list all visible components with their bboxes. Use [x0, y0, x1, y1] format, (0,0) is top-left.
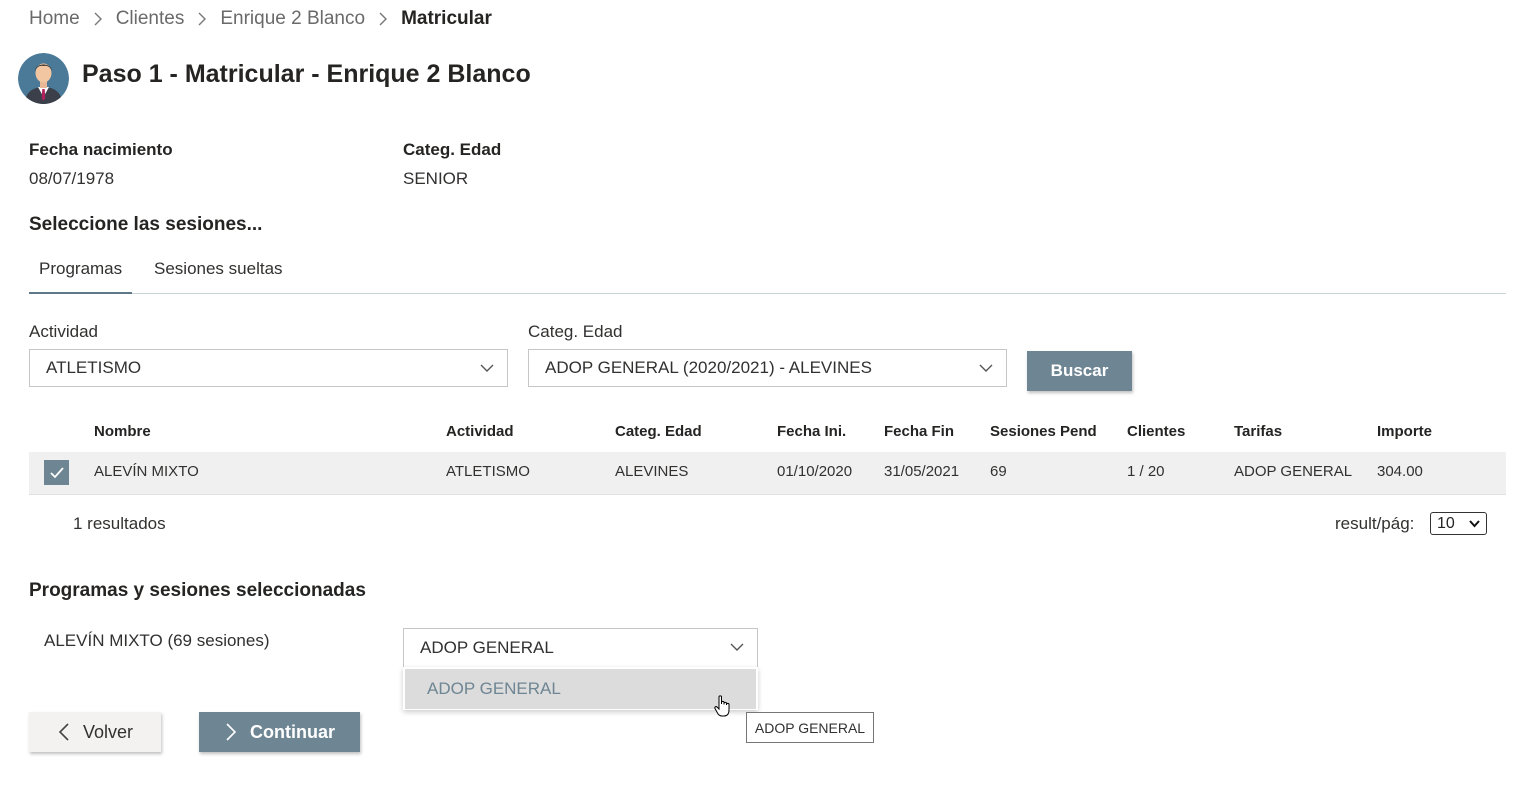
chevron-down-icon	[1468, 517, 1481, 535]
column-header-importe[interactable]: Importe	[1377, 423, 1432, 440]
cell-clientes: 1 / 20	[1127, 463, 1165, 480]
rate-option[interactable]: ADOP GENERAL	[405, 669, 756, 709]
age-category-label: Categ. Edad	[403, 140, 502, 159]
chevron-right-icon	[378, 11, 388, 27]
rate-dropdown-list: ADOP GENERAL	[403, 667, 758, 710]
cell-fecha-fin: 31/05/2021	[884, 463, 960, 480]
chevron-right-icon	[226, 723, 237, 741]
continue-button-label: Continuar	[250, 721, 335, 742]
page-title: Paso 1 - Matricular - Enrique 2 Blanco	[82, 60, 531, 88]
tab-sesiones-sueltas[interactable]: Sesiones sueltas	[144, 258, 293, 292]
birth-date-label: Fecha nacimiento	[29, 140, 173, 159]
category-select[interactable]: ADOP GENERAL (2020/2021) - ALEVINES	[528, 349, 1007, 387]
back-button[interactable]: Volver	[29, 712, 161, 752]
breadcrumb-client[interactable]: Enrique 2 Blanco	[220, 8, 365, 30]
column-header-nombre[interactable]: Nombre	[94, 423, 151, 440]
column-header-clientes[interactable]: Clientes	[1127, 423, 1185, 440]
per-page-select[interactable]: 10	[1430, 512, 1487, 535]
per-page-value: 10	[1437, 514, 1455, 532]
search-button[interactable]: Buscar	[1027, 351, 1132, 391]
tab-programas[interactable]: Programas	[29, 258, 133, 294]
cell-sesiones-pend: 69	[990, 463, 1007, 480]
column-header-categ-edad[interactable]: Categ. Edad	[615, 423, 702, 440]
column-header-fecha-fin[interactable]: Fecha Fin	[884, 423, 954, 440]
chevron-right-icon	[93, 11, 103, 27]
per-page-label: result/pág:	[1335, 514, 1415, 533]
activity-label: Actividad	[29, 322, 98, 341]
chevron-left-icon	[58, 723, 69, 741]
back-button-label: Volver	[82, 721, 134, 742]
selected-heading: Programas y sesiones seleccionadas	[29, 580, 366, 601]
hand-cursor-icon	[713, 694, 733, 723]
rate-select[interactable]: ADOP GENERAL	[403, 628, 758, 668]
sessions-heading: Seleccione las sesiones...	[29, 214, 263, 235]
chevron-right-icon	[197, 11, 207, 27]
tooltip: ADOP GENERAL	[746, 712, 874, 743]
rate-select-value: ADOP GENERAL	[420, 638, 554, 657]
selected-program-label: ALEVÍN MIXTO (69 sesiones)	[44, 631, 270, 650]
cell-fecha-ini: 01/10/2020	[777, 463, 853, 480]
cell-categ-edad: ALEVINES	[615, 463, 689, 480]
column-header-actividad[interactable]: Actividad	[446, 423, 514, 440]
tabs: Programas Sesiones sueltas	[29, 258, 1506, 294]
breadcrumb-current: Matricular	[401, 8, 492, 29]
category-label: Categ. Edad	[528, 322, 623, 341]
cell-tarifas: ADOP GENERAL	[1234, 463, 1353, 480]
activity-select[interactable]: ATLETISMO	[29, 349, 508, 387]
chevron-down-icon	[729, 639, 745, 660]
continue-button[interactable]: Continuar	[199, 712, 360, 752]
results-count: 1 resultados	[73, 514, 166, 533]
column-header-tarifas[interactable]: Tarifas	[1234, 423, 1282, 440]
birth-date-value: 08/07/1978	[29, 169, 115, 188]
activity-select-value: ATLETISMO	[46, 358, 142, 377]
cell-actividad: ATLETISMO	[446, 463, 530, 480]
cell-nombre: ALEVÍN MIXTO	[94, 463, 199, 480]
age-category-value: SENIOR	[403, 169, 469, 188]
chevron-down-icon	[978, 360, 994, 381]
breadcrumb-clientes[interactable]: Clientes	[116, 8, 185, 30]
row-checkbox[interactable]	[44, 460, 69, 485]
column-header-fecha-ini[interactable]: Fecha Ini.	[777, 423, 846, 440]
chevron-down-icon	[479, 360, 495, 381]
cell-importe: 304.00	[1377, 463, 1423, 480]
breadcrumb: Home Clientes Enrique 2 Blanco Matricula…	[29, 8, 492, 30]
breadcrumb-home[interactable]: Home	[29, 8, 80, 30]
column-header-sesiones-pend[interactable]: Sesiones Pend	[990, 423, 1097, 440]
avatar	[18, 53, 69, 104]
category-select-value: ADOP GENERAL (2020/2021) - ALEVINES	[545, 358, 872, 377]
checkmark-icon	[49, 466, 64, 478]
